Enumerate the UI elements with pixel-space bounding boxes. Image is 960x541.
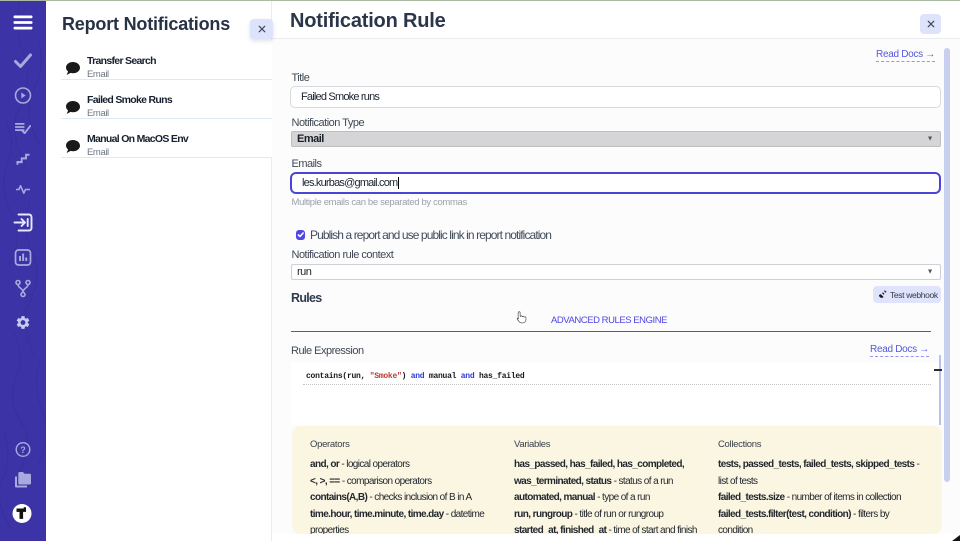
svg-text:?: ? bbox=[20, 445, 26, 455]
